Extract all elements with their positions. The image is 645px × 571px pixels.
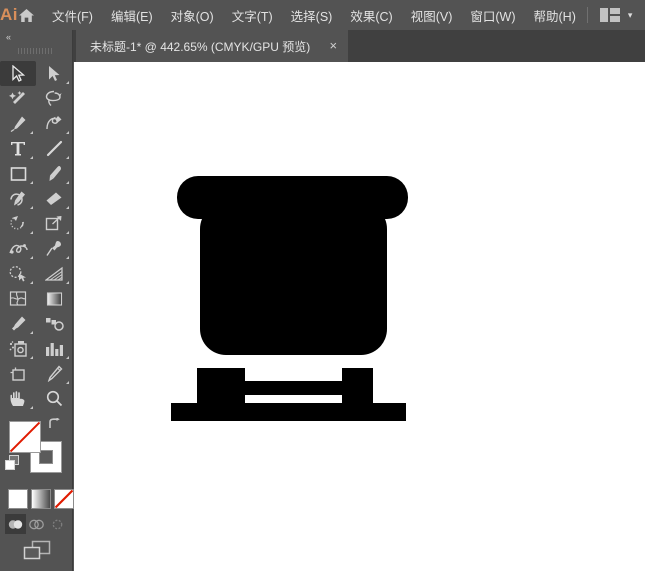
tool-group-indicator	[66, 156, 69, 159]
artwork-bottom-plate	[171, 403, 406, 421]
tool-group-indicator	[30, 181, 33, 184]
ai-logo: Ai	[0, 0, 18, 30]
artwork-crossbar	[233, 381, 355, 395]
column-graph-tool[interactable]	[36, 336, 72, 361]
tool-group-indicator	[66, 356, 69, 359]
tool-group-indicator	[30, 131, 33, 134]
line-segment-tool[interactable]	[36, 136, 72, 161]
menubar-divider-right	[587, 7, 588, 23]
tool-group-indicator	[30, 206, 33, 209]
document-tab-bar: 未标题-1* @ 442.65% (CMYK/GPU 预览) ×	[0, 30, 645, 62]
gradient-tool[interactable]	[36, 286, 72, 311]
draw-inside-button[interactable]	[47, 514, 68, 534]
magic-wand-tool[interactable]	[0, 86, 36, 111]
menu-effect[interactable]: 效果(C)	[341, 0, 401, 30]
color-mode-swatch[interactable]	[8, 489, 28, 509]
tool-group-indicator	[30, 406, 33, 409]
tool-group-indicator	[66, 206, 69, 209]
menu-edit[interactable]: 编辑(E)	[102, 0, 162, 30]
menu-file[interactable]: 文件(F)	[43, 0, 102, 30]
shape-builder-tool[interactable]	[0, 261, 36, 286]
menu-object[interactable]: 对象(O)	[162, 0, 223, 30]
hand-tool[interactable]	[0, 386, 36, 411]
rectangle-tool[interactable]	[0, 161, 36, 186]
free-transform-tool[interactable]	[36, 236, 72, 261]
panel-drag-handle[interactable]	[0, 44, 72, 58]
shaper-tool[interactable]	[0, 186, 36, 211]
selection-tool[interactable]	[0, 61, 36, 86]
pen-tool[interactable]	[0, 111, 36, 136]
document-tab-title: 未标题-1* @ 442.65% (CMYK/GPU 预览)	[90, 38, 310, 55]
none-slash-icon	[10, 422, 40, 452]
menu-select[interactable]: 选择(S)	[282, 0, 342, 30]
menu-bar: Ai 文件(F) 编辑(E) 对象(O) 文字(T) 选择(S) 效果(C) 视…	[0, 0, 645, 30]
eraser-tool[interactable]	[36, 186, 72, 211]
home-icon[interactable]	[18, 0, 35, 30]
menu-type[interactable]: 文字(T)	[223, 0, 282, 30]
artboard-tool[interactable]	[0, 361, 36, 386]
default-fill-stroke-icon[interactable]	[5, 455, 21, 476]
panel-layout-icon[interactable]	[594, 8, 626, 22]
menu-help[interactable]: 帮助(H)	[525, 0, 585, 30]
none-mode-swatch[interactable]	[54, 489, 74, 509]
artboard-canvas[interactable]	[74, 62, 645, 571]
lasso-tool[interactable]	[36, 86, 72, 111]
tool-group-indicator	[30, 356, 33, 359]
draw-behind-button[interactable]	[26, 514, 47, 534]
perspective-grid-tool[interactable]	[36, 261, 72, 286]
draw-normal-button[interactable]	[5, 514, 26, 534]
tool-group-indicator	[66, 231, 69, 234]
slice-tool[interactable]	[36, 361, 72, 386]
rotate-tool[interactable]	[0, 211, 36, 236]
tool-group-indicator	[30, 281, 33, 284]
close-icon[interactable]: ×	[326, 39, 340, 53]
symbol-sprayer-tool[interactable]	[0, 336, 36, 361]
tool-grid	[0, 58, 73, 411]
drawing-modes-row	[5, 514, 68, 534]
swap-fill-stroke-icon[interactable]	[48, 418, 61, 433]
tool-group-indicator	[66, 281, 69, 284]
fill-swatch[interactable]	[9, 421, 41, 453]
blend-tool[interactable]	[36, 311, 72, 336]
type-tool[interactable]	[0, 136, 36, 161]
fill-stroke-controls: •••	[0, 417, 73, 481]
tool-group-indicator	[66, 81, 69, 84]
change-screen-mode-button[interactable]	[0, 540, 73, 562]
eyedropper-tool[interactable]	[0, 311, 36, 336]
tool-group-indicator	[66, 131, 69, 134]
chevron-down-icon[interactable]: ▾	[626, 10, 639, 21]
scale-tool[interactable]	[36, 211, 72, 236]
tool-group-indicator	[30, 156, 33, 159]
width-tool[interactable]	[0, 236, 36, 261]
tool-group-indicator	[66, 181, 69, 184]
menu-window[interactable]: 窗口(W)	[461, 0, 524, 30]
gradient-mode-swatch[interactable]	[31, 489, 51, 509]
tool-group-indicator	[30, 331, 33, 334]
illustrator-window: Ai 文件(F) 编辑(E) 对象(O) 文字(T) 选择(S) 效果(C) 视…	[0, 0, 645, 571]
direct-selection-tool[interactable]	[36, 61, 72, 86]
rice-cooker-glyph[interactable]	[74, 62, 645, 571]
tool-group-indicator	[30, 256, 33, 259]
zoom-tool[interactable]	[36, 386, 72, 411]
tool-group-indicator	[66, 256, 69, 259]
tool-group-indicator	[66, 381, 69, 384]
menubar-right-cluster: ▾	[585, 0, 645, 30]
tools-panel: «	[0, 30, 73, 571]
mesh-tool[interactable]	[0, 286, 36, 311]
tool-group-indicator	[30, 231, 33, 234]
menu-view[interactable]: 视图(V)	[402, 0, 462, 30]
collapse-panel-icon[interactable]: «	[0, 30, 72, 44]
document-tab[interactable]: 未标题-1* @ 442.65% (CMYK/GPU 预览) ×	[76, 30, 348, 62]
curvature-tool[interactable]	[36, 111, 72, 136]
color-mode-row	[8, 489, 74, 509]
stroke-inner-hole	[39, 450, 53, 464]
paintbrush-tool[interactable]	[36, 161, 72, 186]
artwork-body	[200, 203, 387, 355]
